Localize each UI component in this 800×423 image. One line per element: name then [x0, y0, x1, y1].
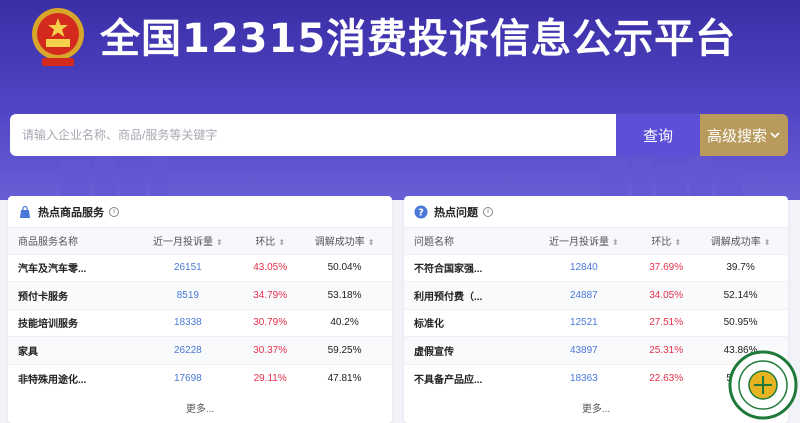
issue-name[interactable]: 利用预付费（... — [404, 281, 529, 309]
success-rate: 47.81% — [297, 363, 392, 392]
advanced-search-label: 高级搜索 — [706, 126, 767, 145]
success-rate: 40.2% — [297, 308, 392, 337]
sort-icon[interactable]: ⬍ — [764, 238, 771, 247]
column-header: 商品服务名称 — [8, 228, 133, 254]
success-rate: 50.95% — [693, 308, 788, 337]
hot-goods-table: 商品服务名称 近一月投诉量 ⬍ 环比 ⬍ 调解成功率 ⬍ 汽车及汽车零... 2615… — [8, 228, 392, 392]
success-rate: 59.25% — [297, 336, 392, 364]
item-name[interactable]: 汽车及汽车零... — [8, 253, 133, 282]
association-seal-icon — [728, 350, 798, 420]
hot-issues-title: 热点问题 — [434, 206, 478, 219]
search-bar: 查询 高级搜索 — [10, 114, 788, 156]
issue-name[interactable]: 不具备产品应... — [404, 363, 529, 392]
item-name[interactable]: 非特殊用途化... — [8, 363, 133, 392]
success-rate: 39.7% — [693, 253, 788, 282]
sort-icon[interactable]: ⬍ — [612, 238, 619, 247]
table-row[interactable]: 标准化 12521 27.51% 50.95% — [404, 308, 788, 337]
sort-icon[interactable]: ⬍ — [216, 238, 223, 247]
column-header-sortable[interactable]: 调解成功率 ⬍ — [693, 228, 788, 254]
advanced-search-button[interactable]: 高级搜索 — [700, 114, 788, 156]
table-row[interactable]: 家具 26228 30.37% 59.25% — [8, 336, 392, 364]
ratio-value: 25.31% — [639, 336, 694, 364]
more-link[interactable]: 更多... — [8, 400, 392, 415]
complaint-count: 17698 — [132, 363, 244, 392]
ratio-value: 30.37% — [243, 336, 298, 364]
success-rate: 50.04% — [297, 253, 392, 282]
hot-goods-title: 热点商品服务 — [38, 206, 104, 219]
complaint-count: 26228 — [132, 336, 244, 364]
column-header-sortable[interactable]: 近一月投诉量 ⬍ — [528, 228, 640, 254]
search-input[interactable] — [10, 114, 616, 156]
column-header: 问题名称 — [404, 228, 529, 254]
complaint-count: 18338 — [132, 308, 244, 337]
ratio-value: 34.05% — [639, 281, 694, 309]
complaint-count: 8519 — [132, 281, 244, 309]
complaint-count: 18363 — [528, 363, 640, 392]
hot-issues-header: ? 热点问题 i — [404, 196, 788, 228]
hot-goods-header: 热点商品服务 i — [8, 196, 392, 228]
column-header-sortable[interactable]: 环比 ⬍ — [243, 228, 298, 254]
svg-text:?: ? — [418, 207, 424, 218]
issue-name[interactable]: 虚假宣传 — [404, 336, 529, 364]
table-row[interactable]: 不符合国家强... 12840 37.69% 39.7% — [404, 253, 788, 282]
ratio-value: 37.69% — [639, 253, 694, 282]
table-row[interactable]: 技能培训服务 18338 30.79% 40.2% — [8, 308, 392, 337]
chevron-down-icon — [770, 132, 780, 139]
table-row[interactable]: 非特殊用途化... 17698 29.11% 47.81% — [8, 363, 392, 392]
ratio-value: 29.11% — [243, 363, 298, 392]
question-icon: ? — [414, 205, 428, 219]
ratio-value: 22.63% — [639, 363, 694, 392]
search-button[interactable]: 查询 — [616, 114, 700, 156]
table-header-row: 问题名称 近一月投诉量 ⬍ 环比 ⬍ 调解成功率 ⬍ — [404, 228, 788, 254]
table-row[interactable]: 预付卡服务 8519 34.79% 53.18% — [8, 281, 392, 309]
complaint-count: 12840 — [528, 253, 640, 282]
hot-goods-panel: 热点商品服务 i 商品服务名称 近一月投诉量 ⬍ 环比 ⬍ 调解成功率 ⬍ 汽车及汽车… — [8, 196, 392, 423]
ratio-value: 27.51% — [639, 308, 694, 337]
table-row[interactable]: 利用预付费（... 24887 34.05% 52.14% — [404, 281, 788, 309]
info-icon[interactable]: i — [483, 206, 493, 217]
sort-icon[interactable]: ⬍ — [368, 238, 375, 247]
complaint-count: 43897 — [528, 336, 640, 364]
ratio-value: 34.79% — [243, 281, 298, 309]
ratio-value: 43.05% — [243, 253, 298, 282]
issue-name[interactable]: 标准化 — [404, 308, 529, 337]
national-emblem-icon — [32, 8, 84, 66]
sort-icon[interactable]: ⬍ — [674, 238, 681, 247]
column-header-sortable[interactable]: 调解成功率 ⬍ — [297, 228, 392, 254]
complaint-count: 24887 — [528, 281, 640, 309]
ratio-value: 30.79% — [243, 308, 298, 337]
shopping-bag-icon — [18, 205, 32, 219]
complaint-count: 12521 — [528, 308, 640, 337]
table-row[interactable]: 汽车及汽车零... 26151 43.05% 50.04% — [8, 253, 392, 282]
page-title: 全国12315消费投诉信息公示平台 — [100, 16, 737, 62]
complaint-count: 26151 — [132, 253, 244, 282]
table-header-row: 商品服务名称 近一月投诉量 ⬍ 环比 ⬍ 调解成功率 ⬍ — [8, 228, 392, 254]
issue-name[interactable]: 不符合国家强... — [404, 253, 529, 282]
hero-banner: 全国12315消费投诉信息公示平台 查询 高级搜索 — [0, 0, 800, 200]
sort-icon[interactable]: ⬍ — [278, 238, 285, 247]
column-header-sortable[interactable]: 近一月投诉量 ⬍ — [132, 228, 244, 254]
info-icon[interactable]: i — [109, 206, 119, 217]
success-rate: 53.18% — [297, 281, 392, 309]
column-header-sortable[interactable]: 环比 ⬍ — [639, 228, 694, 254]
item-name[interactable]: 技能培训服务 — [8, 308, 133, 337]
item-name[interactable]: 预付卡服务 — [8, 281, 133, 309]
item-name[interactable]: 家具 — [8, 336, 133, 364]
success-rate: 52.14% — [693, 281, 788, 309]
